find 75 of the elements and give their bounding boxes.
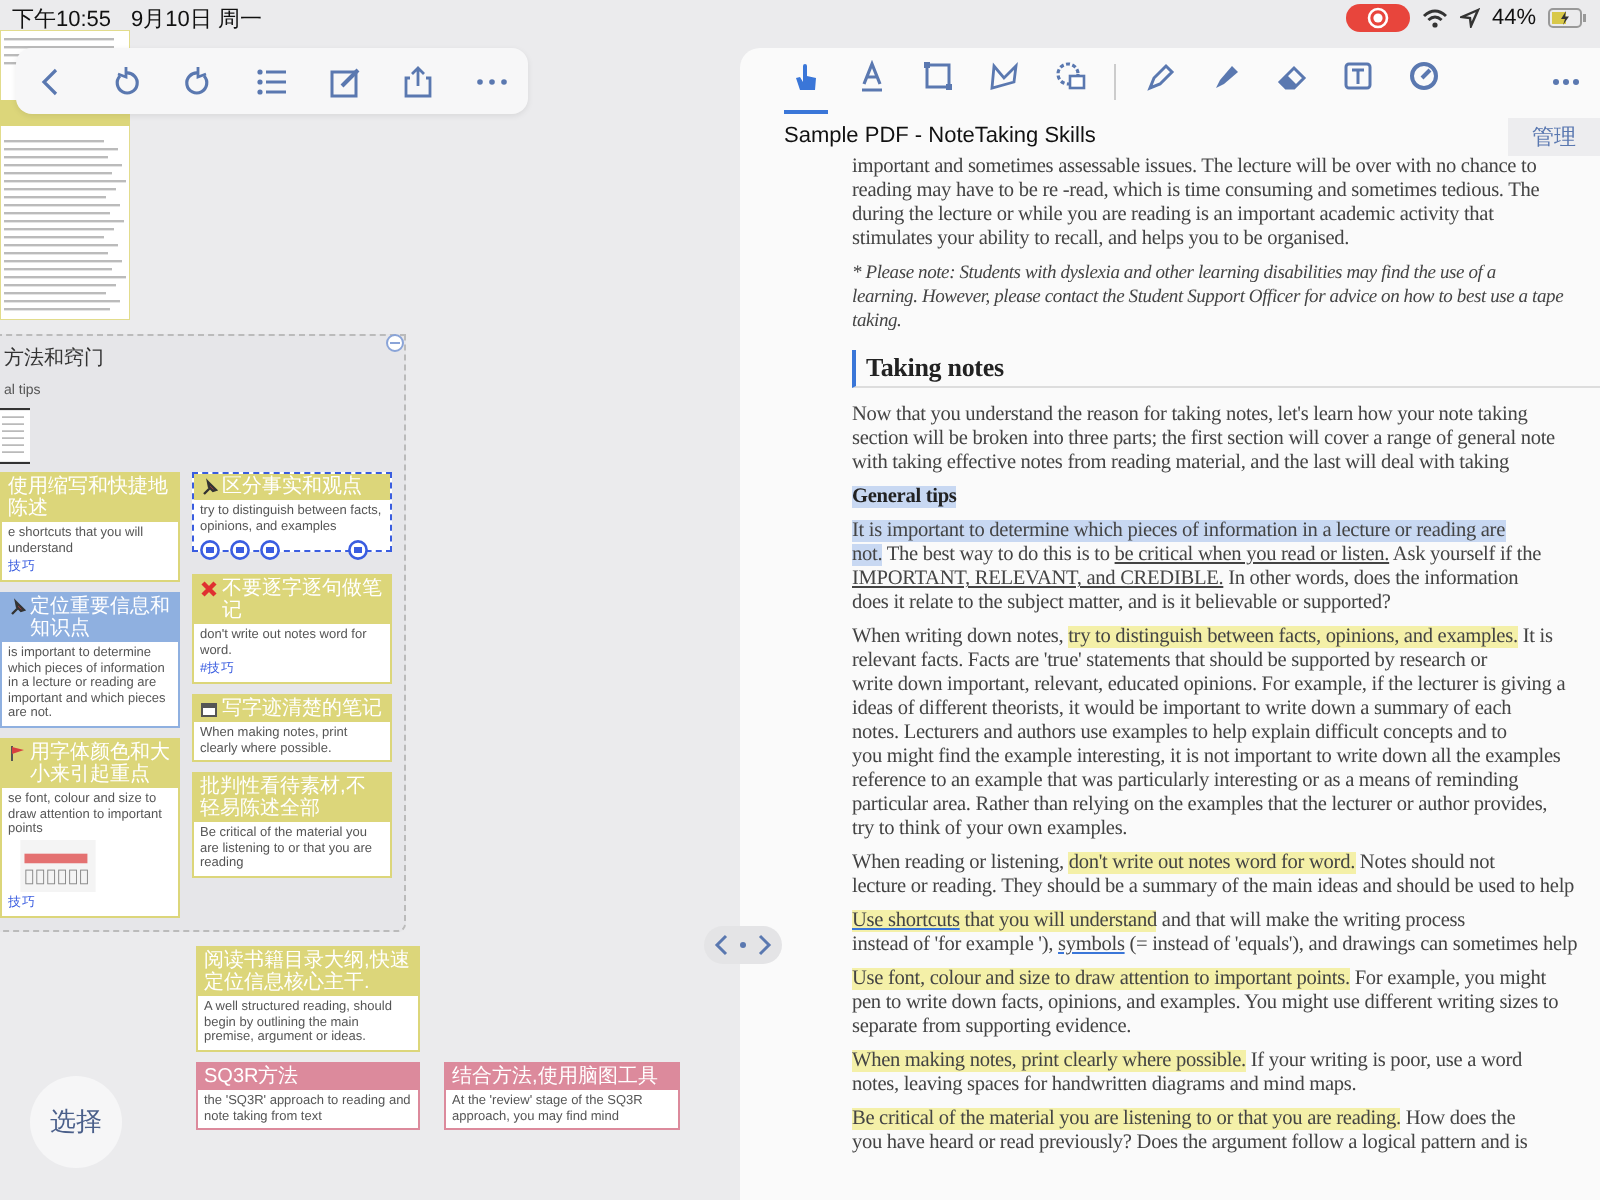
document-tab[interactable]: Sample PDF - NoteTaking Skills	[784, 124, 1096, 148]
text-line: try to think of your own examples.	[852, 818, 1130, 842]
battery-percent: 44%	[1491, 6, 1536, 30]
text-line: separate from supporting evidence.	[852, 1016, 1134, 1040]
text-line: section will be broken into three parts; the first section will cover a range of general note	[852, 428, 1557, 452]
wifi-icon	[1421, 8, 1448, 28]
text-line: you might find the example interesting, it is not important to write down all the examples	[852, 746, 1563, 770]
card-title: 阅读书籍目录大纲,快速定位信息核心主干.	[204, 950, 412, 994]
text-line: pen to write down facts, opinions, and examples. You might use different writing sizes to	[852, 992, 1561, 1016]
text-line: * Please note: Students with dyslexia and other learning disabilities may find the use of a	[852, 262, 1498, 286]
text-line: taking.	[852, 310, 904, 334]
compass-icon	[1408, 59, 1440, 91]
text-line: relevant facts. Facts are 'true' statements that should be supported by research or	[852, 650, 1490, 674]
section-heading: Taking notes	[852, 350, 1600, 388]
hand-pointer-icon	[790, 59, 822, 91]
lasso-icon	[988, 59, 1020, 91]
text-line: does it relate to the subject matter, and is it believable or supported?	[852, 592, 1393, 616]
card-title: 定位重要信息和知识点	[30, 596, 172, 640]
battery-charging-icon	[1548, 8, 1588, 28]
text-line: write down important, relevant, educated opinions. For example, if the lecturer is giving a	[852, 674, 1568, 698]
card-title: 批判性看待素材,不轻易陈述全部	[200, 776, 368, 820]
location-arrow-icon	[1459, 8, 1480, 28]
text-line: learning. However, please contact the Student Support Officer for advice on how to best use a tape	[852, 286, 1566, 310]
collapse-icon[interactable]	[386, 334, 404, 352]
rectangle-icon	[922, 59, 954, 91]
text-line: ideas of different theorists, it would be important to write down a summary of each	[852, 698, 1514, 722]
share-icon[interactable]	[400, 63, 437, 99]
text-line: reference to an example that was particularly interesting or as a means of reminding	[852, 770, 1521, 794]
text-line: instead of 'for example '), symbols (= instead of 'equals'), and drawings can sometimes help	[852, 934, 1580, 958]
text-line: When reading or listening, don't write out notes word for word. Notes should not	[852, 852, 1497, 876]
fountain-pen-icon	[1144, 59, 1176, 91]
text-underline-icon	[856, 59, 888, 91]
text-line: lecture or reading. They should be a summary of the main ideas and should be used to help	[852, 876, 1577, 900]
flag-icon	[8, 744, 26, 762]
card-title: 使用缩写和快捷地陈述	[8, 476, 170, 520]
manage-button[interactable]: 管理	[1508, 117, 1600, 155]
text-line: Use font, colour and size to draw attention to important points. For example, you might	[852, 968, 1548, 992]
text-line: stimulates your ability to recall, and helps you to be organised.	[852, 228, 1352, 252]
text-line: IMPORTANT, RELEVANT, and CREDIBLE. In other words, does the information	[852, 568, 1521, 592]
text-line: you have heard or read previously? Does the argument follow a logical pattern and is	[852, 1132, 1530, 1156]
text-line: during the lecture or while you are reading is an important academic activity that	[852, 204, 1496, 228]
dot-icon	[740, 942, 746, 948]
screen-recording-icon	[1345, 4, 1410, 32]
text-line: particular area. Rather than relying on the examples that the lecturer or author provides,	[852, 794, 1550, 818]
edit-icon[interactable]	[327, 63, 364, 99]
clock-time: 下午10:55	[12, 5, 112, 33]
group-title: 方法和窍门	[4, 345, 104, 372]
date-text: 9月10日 周一	[131, 5, 262, 33]
text-line: Be critical of the material you are listening to or that you are reading. How does the	[852, 1108, 1518, 1132]
card-title: 结合方法,使用脑图工具	[452, 1066, 658, 1088]
more-icon[interactable]	[1552, 78, 1580, 86]
text-line: with taking effective notes from reading material, and the last will deal with taking	[852, 452, 1511, 476]
text-box-icon	[1342, 59, 1374, 91]
select-button[interactable]: 选择	[30, 1076, 122, 1168]
text-line: important and sometimes assessable issues. The lecture will be over with no chance to	[852, 156, 1539, 180]
document-thumbnail	[0, 408, 30, 464]
text-line: When making notes, print clearly where possible. If your writing is poor, use a word	[852, 1050, 1525, 1074]
card-title: 不要逐字逐句做笔记	[222, 578, 384, 622]
text-line: notes. Lecturers and authors use examples to help explain difficult concepts and to	[852, 722, 1509, 746]
text-line: reading may have to be re -read, which is time consuming and sometimes tedious. The	[852, 180, 1542, 204]
calendar-icon	[200, 700, 218, 718]
page-switcher[interactable]	[704, 926, 782, 964]
text-line: Now that you understand the reason for taking notes, let's learn how your note taking	[852, 404, 1530, 428]
card-title: SQ3R方法	[204, 1066, 299, 1088]
text-line: not. The best way to do this is to be critical when you read or listen. Ask yourself if the	[852, 544, 1544, 568]
cross-icon	[200, 580, 218, 598]
subheading: General tips	[852, 486, 959, 510]
chevron-left-icon	[714, 934, 728, 956]
card-title: 写字迹清楚的笔记	[222, 698, 382, 720]
text-line: notes, leaving spaces for handwritten diagrams and mind maps.	[852, 1074, 1359, 1098]
card-title: 区分事实和观点	[222, 476, 362, 498]
text-line: When writing down notes, try to distinguish between facts, opinions, and examples. It is	[852, 626, 1555, 650]
text-line: Use shortcuts that you will understand and that will make the writing process	[852, 910, 1467, 934]
chevron-right-icon	[758, 934, 772, 956]
card-title: 用字体颜色和大小来引起重点	[30, 742, 172, 786]
